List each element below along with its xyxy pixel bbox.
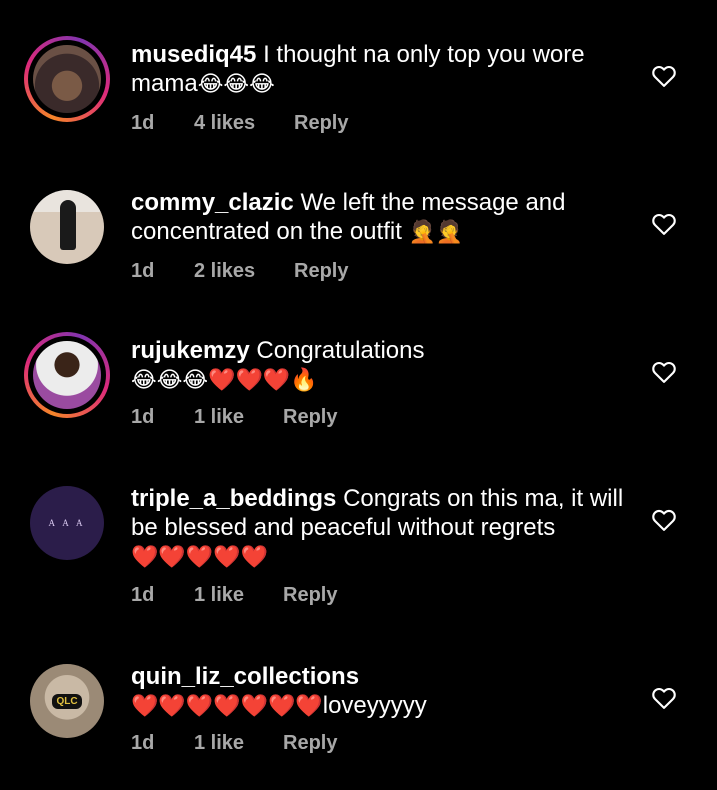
- comment-time: 1d: [131, 584, 155, 606]
- comment-emojis: ❤️❤️❤️❤️❤️: [131, 545, 268, 570]
- avatar[interactable]: [24, 36, 110, 122]
- comment-emojis: ❤️❤️❤️❤️❤️❤️❤️: [131, 694, 323, 719]
- comment-username[interactable]: rujukemzy: [131, 337, 250, 364]
- comment-time: 1d: [131, 406, 155, 428]
- avatar[interactable]: QLC: [30, 664, 104, 738]
- reply-button[interactable]: Reply: [294, 260, 348, 283]
- avatar-image: QLC: [30, 664, 104, 738]
- comment-text: rujukemzy Congratulations 😂😂😂❤️❤️❤️🔥: [131, 336, 631, 395]
- avatar[interactable]: [24, 332, 110, 418]
- comment-text: commy_clazic We left the message and con…: [131, 188, 631, 247]
- avatar[interactable]: A A A: [30, 486, 104, 560]
- heart-outline-icon[interactable]: [650, 358, 678, 386]
- comment-time: 1d: [131, 112, 155, 134]
- comment-likes[interactable]: 1 like: [194, 406, 244, 429]
- avatar-image: [33, 341, 101, 409]
- comment-likes[interactable]: 1 like: [194, 584, 244, 607]
- reply-button[interactable]: Reply: [294, 112, 348, 135]
- comment-time: 1d: [131, 260, 155, 282]
- comment-username[interactable]: commy_clazic: [131, 189, 294, 216]
- comment-username[interactable]: musediq45: [131, 41, 256, 68]
- comment-username[interactable]: quin_liz_collections: [131, 663, 359, 690]
- heart-outline-icon[interactable]: [650, 506, 678, 534]
- comment-suffix: loveyyyyy: [322, 692, 427, 719]
- reply-button[interactable]: Reply: [283, 406, 337, 429]
- reply-button[interactable]: Reply: [283, 732, 337, 755]
- comment-likes[interactable]: 4 likes: [194, 112, 255, 135]
- reply-button[interactable]: Reply: [283, 584, 337, 607]
- comment-username[interactable]: triple_a_beddings: [131, 485, 336, 512]
- comment-emojis: 😂😂😂: [197, 72, 275, 97]
- comment-emojis: 😂😂😂❤️❤️❤️🔥: [131, 368, 318, 393]
- comment-time: 1d: [131, 732, 155, 754]
- avatar-image: [30, 190, 104, 264]
- comment-text: musediq45 I thought na only top you wore…: [131, 40, 631, 99]
- comment-emojis: 🤦🤦: [408, 220, 464, 245]
- heart-outline-icon[interactable]: [650, 62, 678, 90]
- comment-text: triple_a_beddings Congrats on this ma, i…: [131, 484, 631, 572]
- avatar-logo: QLC: [52, 693, 82, 709]
- comments-list: musediq45 I thought na only top you wore…: [0, 0, 717, 790]
- avatar[interactable]: [30, 190, 104, 264]
- avatar-image: [33, 45, 101, 113]
- heart-outline-icon[interactable]: [650, 210, 678, 238]
- avatar-image: A A A: [30, 486, 104, 560]
- avatar-logo: A A A: [48, 518, 86, 528]
- heart-outline-icon[interactable]: [650, 684, 678, 712]
- comment-body: Congratulations: [256, 337, 425, 364]
- comment-likes[interactable]: 2 likes: [194, 260, 255, 283]
- comment-likes[interactable]: 1 like: [194, 732, 244, 755]
- comment-text: quin_liz_collections ❤️❤️❤️❤️❤️❤️❤️lovey…: [131, 662, 631, 721]
